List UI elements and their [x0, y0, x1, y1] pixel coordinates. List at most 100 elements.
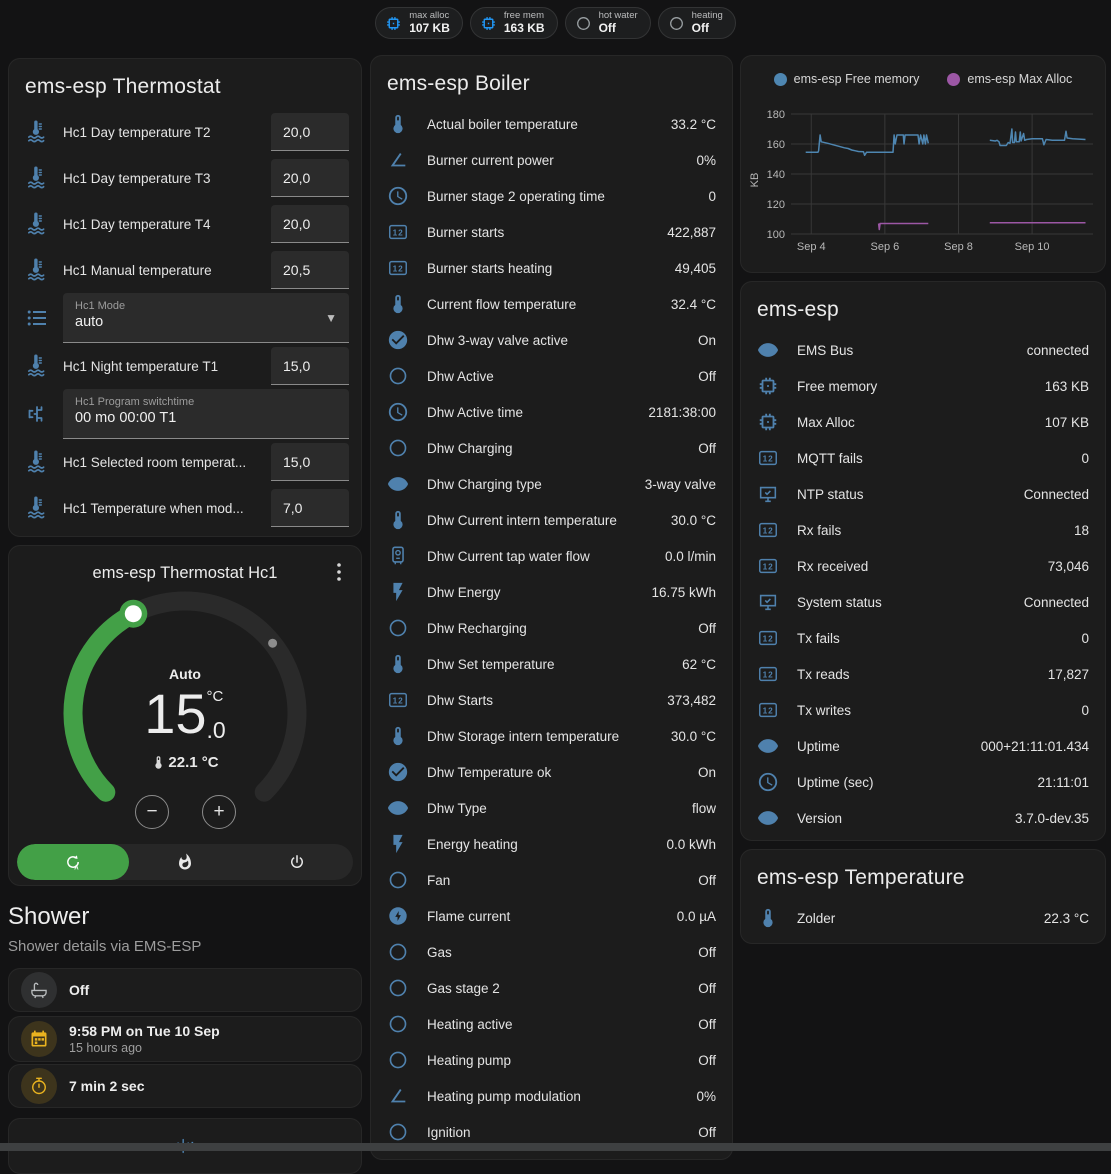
entity-row[interactable]: Dhw Charging type3-way valve [371, 466, 732, 502]
entity-row[interactable]: Heating pump modulation0% [371, 1078, 732, 1114]
horizontal-scrollbar[interactable] [0, 1143, 1111, 1151]
entity-row[interactable]: EMS Busconnected [741, 332, 1105, 368]
entity-row[interactable]: Version3.7.0-dev.35 [741, 800, 1105, 836]
entity-row[interactable]: Dhw ActiveOff [371, 358, 732, 394]
timer-icon [29, 1076, 49, 1096]
badge-chip-max-alloc[interactable]: max alloc 107 KB [375, 7, 463, 39]
number-input[interactable]: 15,0 [271, 443, 349, 481]
entity-label: Dhw Starts [427, 693, 493, 708]
entity-row[interactable]: Burner starts heating49,405 [371, 250, 732, 286]
flash-circle-icon [387, 905, 409, 927]
entity-row[interactable]: Actual boiler temperature33.2 °C [371, 106, 732, 142]
legend-item[interactable]: ems-esp Free memory [774, 72, 920, 86]
entity-row[interactable]: GasOff [371, 934, 732, 970]
badge-chip-hot-water[interactable]: hot water Off [565, 7, 651, 39]
number-input[interactable]: 7,0 [271, 489, 349, 527]
entity-row[interactable]: MQTT fails0 [741, 440, 1105, 476]
entity-row[interactable]: Rx fails18 [741, 512, 1105, 548]
counter-icon [387, 221, 409, 243]
auto-mode-button[interactable] [17, 844, 129, 880]
entity-value: Off [698, 1125, 716, 1140]
entity-row[interactable]: Dhw ChargingOff [371, 430, 732, 466]
entity-row[interactable]: Dhw Temperature okOn [371, 754, 732, 790]
entity-row[interactable]: Dhw Current tap water flow0.0 l/min [371, 538, 732, 574]
entity-row[interactable]: Dhw Active time2181:38:00 [371, 394, 732, 430]
entity-row[interactable]: Tx fails0 [741, 620, 1105, 656]
power-button[interactable] [241, 844, 353, 880]
entity-row[interactable]: Energy heating0.0 kWh [371, 826, 732, 862]
chip-icon [385, 15, 402, 32]
switchtime-icon [25, 402, 49, 426]
entity-row[interactable]: Heating pumpOff [371, 1042, 732, 1078]
number-input[interactable]: 20,5 [271, 251, 349, 289]
number-input[interactable]: 20,0 [271, 205, 349, 243]
entity-row[interactable]: Dhw 3-way valve activeOn [371, 322, 732, 358]
eye-icon [757, 339, 779, 361]
number-input[interactable]: 15,0 [271, 347, 349, 385]
badge-chip-heating[interactable]: heating Off [658, 7, 736, 39]
entity-label: Dhw Storage intern temperature [427, 729, 619, 744]
entity-row[interactable]: Free memory163 KB [741, 368, 1105, 404]
counter-icon [757, 627, 779, 649]
coolant-icon [25, 450, 49, 474]
entity-row[interactable]: Dhw RechargingOff [371, 610, 732, 646]
entity-value: 16.75 kWh [651, 585, 716, 600]
fire-button[interactable] [129, 844, 241, 880]
entity-label: System status [797, 595, 882, 610]
entity-row[interactable]: Dhw Current intern temperature30.0 °C [371, 502, 732, 538]
entity-row[interactable]: Dhw Starts373,482 [371, 682, 732, 718]
badge-chip-free-mem[interactable]: free mem 163 KB [470, 7, 558, 39]
check-circle-icon [387, 329, 409, 351]
entity-label: Current flow temperature [427, 297, 576, 312]
mode-select[interactable]: Hc1 Mode auto ▼ [63, 293, 349, 343]
entity-row[interactable]: Dhw Set temperature62 °C [371, 646, 732, 682]
entity-value: 0% [696, 1089, 716, 1104]
entity-value: 49,405 [675, 261, 716, 276]
entity-row[interactable]: Max Alloc107 KB [741, 404, 1105, 440]
legend-item[interactable]: ems-esp Max Alloc [947, 72, 1072, 86]
entity-row[interactable]: Uptime000+21:11:01.434 [741, 728, 1105, 764]
entity-row[interactable]: Heating activeOff [371, 1006, 732, 1042]
thermostat-card: ems-esp Thermostat Hc1 Day temperature T… [8, 58, 362, 537]
entity-value: 0.0 µA [677, 909, 716, 924]
entity-row[interactable]: System statusConnected [741, 584, 1105, 620]
entity-label: Gas [427, 945, 452, 960]
entity-value: Off [698, 369, 716, 384]
counter-icon [757, 555, 779, 577]
entity-row[interactable]: Rx received73,046 [741, 548, 1105, 584]
entity-row[interactable]: Tx reads17,827 [741, 656, 1105, 692]
entity-row[interactable]: Dhw Energy16.75 kWh [371, 574, 732, 610]
entity-value: 422,887 [667, 225, 716, 240]
shower-duration-card[interactable]: 7 min 2 sec [8, 1064, 362, 1108]
calendar-icon [29, 1029, 49, 1049]
number-input[interactable]: 20,0 [271, 113, 349, 151]
increase-temperature-button[interactable]: + [202, 795, 236, 829]
entity-label: Energy heating [427, 837, 518, 852]
entity-row[interactable]: Tx writes0 [741, 692, 1105, 728]
number-input[interactable]: 20,0 [271, 159, 349, 197]
decrease-temperature-button[interactable]: − [135, 795, 169, 829]
entity-row[interactable]: Flame current0.0 µA [371, 898, 732, 934]
entity-row[interactable]: Burner starts422,887 [371, 214, 732, 250]
entity-row[interactable]: Burner stage 2 operating time0 [371, 178, 732, 214]
entity-row[interactable]: FanOff [371, 862, 732, 898]
shower-state-card[interactable]: Off [8, 968, 362, 1012]
entity-row[interactable]: Current flow temperature32.4 °C [371, 286, 732, 322]
auto-mode-icon [64, 853, 82, 871]
entity-row[interactable]: Gas stage 2Off [371, 970, 732, 1006]
circle-icon [387, 941, 409, 963]
shower-last-card[interactable]: 9:58 PM on Tue 10 Sep 15 hours ago [8, 1016, 362, 1062]
memory-history-chart-card[interactable]: ems-esp Free memoryems-esp Max Alloc 100… [740, 55, 1106, 273]
entity-row[interactable]: Zolder22.3 °C [741, 900, 1105, 936]
switchtime-input[interactable]: Hc1 Program switchtime 00 mo 00:00 T1 [63, 389, 349, 439]
entity-row[interactable]: Burner current power0% [371, 142, 732, 178]
entity-row[interactable]: Uptime (sec)21:11:01 [741, 764, 1105, 800]
entity-row[interactable]: NTP statusConnected [741, 476, 1105, 512]
entity-row[interactable]: Dhw Typeflow [371, 790, 732, 826]
circle-icon [387, 1121, 409, 1143]
counter-icon [757, 447, 779, 469]
circle-icon [668, 15, 685, 32]
entity-row[interactable]: Dhw Storage intern temperature30.0 °C [371, 718, 732, 754]
entity-value: 3-way valve [645, 477, 716, 492]
entity-value: 17,827 [1048, 667, 1089, 682]
